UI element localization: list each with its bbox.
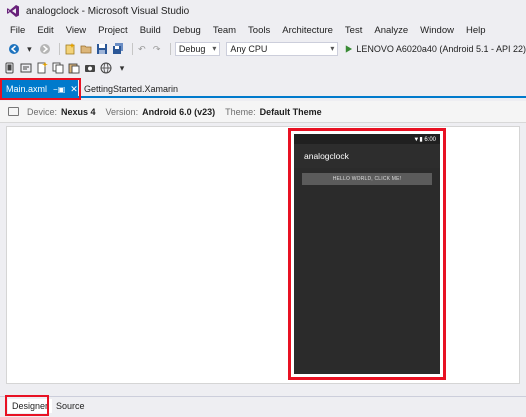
- menu-tools[interactable]: Tools: [242, 22, 276, 40]
- standard-toolbar: ▾ ↶ ↷ Debug Any CPU LENOVO A6020a40 (And…: [0, 40, 526, 58]
- tab-highlight-box: [0, 78, 81, 100]
- new-item-icon[interactable]: [36, 62, 48, 74]
- open-file-icon[interactable]: [80, 43, 92, 55]
- designer-tab-highlight-box: [5, 395, 49, 416]
- device-label: Device:: [27, 106, 58, 117]
- secondary-toolbar: ▾: [0, 58, 526, 78]
- version-label: Version:: [105, 106, 139, 117]
- android-sdk-manager-icon[interactable]: [20, 62, 32, 74]
- menu-bar: File Edit View Project Build Debug Team …: [0, 22, 526, 40]
- designer-options-bar: Device: Nexus 4 Version: Android 6.0 (v2…: [0, 101, 526, 123]
- web-browser-icon[interactable]: [100, 62, 112, 74]
- window-title: analogclock - Microsoft Visual Studio: [26, 5, 190, 17]
- screenshot-icon[interactable]: [84, 62, 96, 74]
- forward-navigation-icon[interactable]: [39, 43, 51, 55]
- menu-help[interactable]: Help: [460, 22, 492, 40]
- tab-getting-started[interactable]: GettingStarted.Xamarin: [82, 80, 178, 98]
- new-project-icon[interactable]: [64, 43, 76, 55]
- copy-document-icon[interactable]: [52, 62, 64, 74]
- device-manager-icon[interactable]: [4, 62, 16, 74]
- save-icon[interactable]: [96, 43, 108, 55]
- device-select[interactable]: Nexus 4: [61, 107, 96, 117]
- menu-analyze[interactable]: Analyze: [368, 22, 414, 40]
- start-debugging-icon[interactable]: [344, 44, 353, 54]
- back-navigation-icon[interactable]: [8, 43, 20, 55]
- toolbar-separator: [131, 43, 133, 55]
- tab-source[interactable]: Source: [52, 399, 89, 413]
- paste-document-icon[interactable]: [68, 62, 80, 74]
- menu-architecture[interactable]: Architecture: [276, 22, 339, 40]
- designer-settings-icon[interactable]: [8, 107, 19, 116]
- dropdown-arrow-icon[interactable]: ▾: [24, 43, 35, 55]
- run-target-device[interactable]: LENOVO A6020a40 (Android 5.1 - API 22): [356, 44, 526, 54]
- theme-label: Theme:: [225, 106, 256, 117]
- phone-highlight-box: [288, 128, 446, 380]
- menu-view[interactable]: View: [60, 22, 92, 40]
- save-all-icon[interactable]: [112, 43, 124, 55]
- menu-edit[interactable]: Edit: [31, 22, 59, 40]
- redo-icon[interactable]: ↷: [151, 43, 162, 55]
- menu-team[interactable]: Team: [207, 22, 242, 40]
- undo-icon[interactable]: ↶: [137, 43, 148, 55]
- menu-project[interactable]: Project: [92, 22, 134, 40]
- menu-build[interactable]: Build: [134, 22, 167, 40]
- menu-window[interactable]: Window: [414, 22, 460, 40]
- theme-select[interactable]: Default Theme: [260, 107, 322, 117]
- toolbar-separator: [58, 43, 60, 55]
- version-select[interactable]: Android 6.0 (v23): [142, 107, 215, 117]
- solution-configuration-select[interactable]: Debug: [174, 42, 221, 56]
- menu-test[interactable]: Test: [339, 22, 368, 40]
- solution-platform-select[interactable]: Any CPU: [226, 42, 339, 56]
- menu-file[interactable]: File: [4, 22, 31, 40]
- toolbar-separator: [169, 43, 171, 55]
- dropdown-arrow-icon[interactable]: ▾: [116, 62, 128, 74]
- visual-studio-logo-icon: [7, 5, 19, 17]
- menu-debug[interactable]: Debug: [167, 22, 207, 40]
- title-bar: analogclock - Microsoft Visual Studio: [0, 0, 526, 22]
